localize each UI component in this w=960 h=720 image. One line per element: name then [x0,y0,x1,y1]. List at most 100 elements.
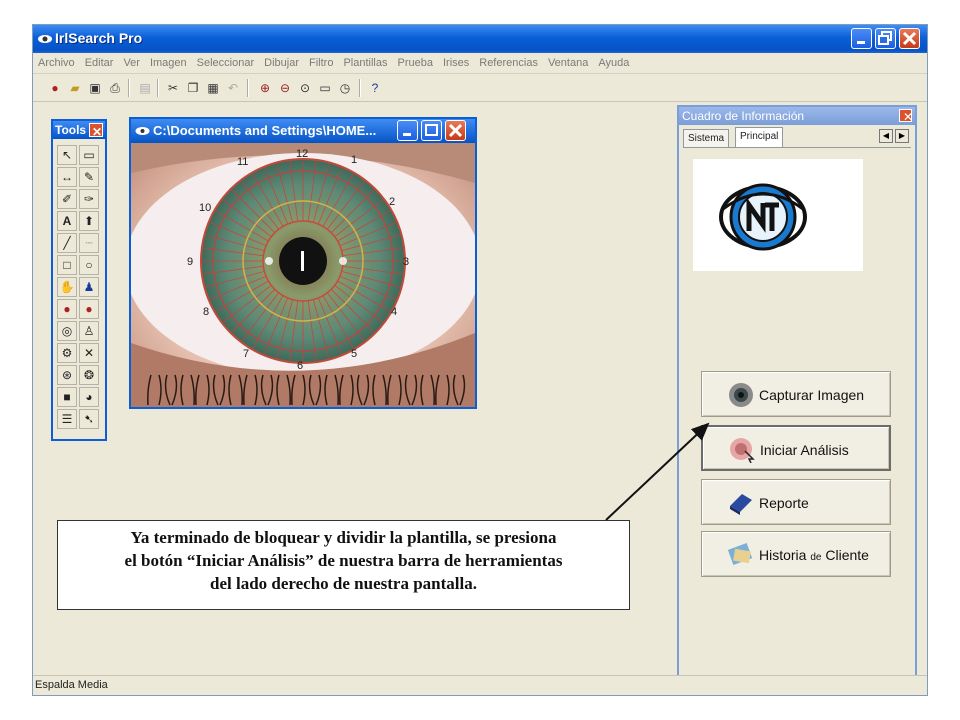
menu-plantillas[interactable]: Plantillas [338,53,392,69]
logo-box [693,159,863,271]
iris-image[interactable]: 12 1 2 3 4 5 6 7 8 9 10 11 [125,143,481,407]
close-button[interactable] [899,28,920,49]
cut-icon[interactable]: ✂ [165,80,181,96]
line-tool[interactable]: ╱ [57,233,77,253]
menu-editar[interactable]: Editar [80,53,119,69]
info-panel-title-bar: Cuadro de Información ✕ [679,107,915,125]
delete-tool[interactable]: ✕ [79,343,99,363]
pen-icon: ✎ [83,170,95,184]
brush-icon: ✑ [83,192,95,206]
fill-tool[interactable]: ■ [57,387,77,407]
tools-title: Tools [55,123,87,137]
image-minimize-button[interactable] [397,120,418,141]
image-close-button[interactable] [445,120,466,141]
open-folder-icon[interactable]: ▰ [67,80,83,96]
preview-icon[interactable]: ▤ [137,80,153,96]
right-eye-tool[interactable]: ● [57,299,77,319]
monitor-icon[interactable]: ▭ [317,80,333,96]
menu-ayuda[interactable]: Ayuda [593,53,634,69]
restore-icon [878,31,892,45]
tab-principal[interactable]: Principal [735,127,784,148]
stamp-tool[interactable]: ⚙ [57,343,77,363]
pointer-icon: ➷ [83,412,95,426]
menu-lines-icon: ☰ [61,412,73,426]
close-icon [902,31,917,46]
right-arrow-icon: ▶ [898,131,906,140]
bell-tool[interactable]: ♙ [79,321,99,341]
rect-select-tool[interactable]: ▭ [79,145,99,165]
menu-prueba[interactable]: Prueba [392,53,437,69]
menu-filtro[interactable]: Filtro [304,53,338,69]
filter-tool[interactable]: ⊛ [57,365,77,385]
user-tool[interactable]: ♟ [79,277,99,297]
tab-sistema[interactable]: Sistema [683,129,730,148]
image-maximize-button[interactable] [421,120,442,141]
tab-scroll-right[interactable]: ▶ [895,129,909,143]
lines-tool[interactable]: ☰ [57,409,77,429]
line-icon: ╱ [63,236,71,250]
menu-dibujar[interactable]: Dibujar [259,53,304,69]
up-arrow-tool[interactable]: ⬆ [79,211,99,231]
instruction-callout: Ya terminado de bloquear y dividir la pl… [57,520,630,610]
left-eye-tool[interactable]: ● [79,299,99,319]
rectangle-tool[interactable]: □ [57,255,77,275]
menu-ver[interactable]: Ver [118,53,145,69]
paste-icon[interactable]: ▦ [205,80,221,96]
copy-icon[interactable]: ❐ [185,80,201,96]
capture-image-button[interactable]: Capturar Imagen [701,371,891,417]
help-pointer-icon[interactable]: ? [367,80,383,96]
pencil-tool[interactable]: ✐ [57,189,77,209]
app-icon [38,35,52,43]
filled-square-icon: ■ [63,390,71,404]
client-history-button[interactable]: Historia de Cliente [701,531,891,577]
clock-icon[interactable]: ◷ [337,80,353,96]
new-icon[interactable]: ● [47,80,63,96]
print-icon[interactable]: ⎙ [107,80,123,96]
menu-referencias[interactable]: Referencias [474,53,543,69]
image-window-title-bar: C:\Documents and Settings\HOME... [131,119,475,143]
ellipse-tool[interactable]: ○ [79,255,99,275]
menu-bar: Archivo Editar Ver Imagen Seleccionar Di… [33,53,927,74]
clock-number-1: 1 [351,154,357,166]
brush-tool[interactable]: ✑ [79,189,99,209]
undo-icon[interactable]: ↶ [225,80,241,96]
tools-close-button[interactable]: ✕ [89,123,103,138]
zoom-out-icon[interactable]: ⊖ [277,80,293,96]
save-icon[interactable]: ▣ [87,80,103,96]
zoom-fit-icon[interactable]: ⊙ [297,80,313,96]
menu-seleccionar[interactable]: Seleccionar [192,53,259,69]
menu-imagen[interactable]: Imagen [145,53,192,69]
stamp-icon: ⚙ [61,346,73,360]
status-text: Espalda Media [35,679,108,691]
bell-icon: ♙ [83,324,95,338]
hand-icon: ✋ [59,280,75,294]
image-window: C:\Documents and Settings\HOME... 12 1 2… [125,117,481,409]
measure-tool[interactable]: ↔ [57,167,77,187]
tab-scroll-left[interactable]: ◀ [879,129,893,143]
restore-button[interactable] [875,28,896,49]
info-panel-close-button[interactable]: ✕ [899,109,913,123]
globe-icon: ❂ [83,368,95,382]
eye-app-icon [135,127,150,135]
user-icon: ♟ [83,280,95,294]
camera-eye-icon [729,383,753,407]
color-tool[interactable]: ◕ [79,387,99,407]
report-button[interactable]: Reporte [701,479,891,525]
menu-ventana[interactable]: Ventana [543,53,593,69]
hand-tool[interactable]: ✋ [57,277,77,297]
pointer-tool[interactable]: ➷ [79,409,99,429]
globe-tool[interactable]: ❂ [79,365,99,385]
text-tool[interactable]: A [57,211,77,231]
target-tool[interactable]: ◎ [57,321,77,341]
minimize-button[interactable] [851,28,872,49]
select-arrow-tool[interactable]: ↖ [57,145,77,165]
title-bar: IrlSearch Pro [33,25,927,53]
pen-tool[interactable]: ✎ [79,167,99,187]
menu-irises[interactable]: Irises [438,53,474,69]
start-analysis-button[interactable]: Iniciar Análisis [701,425,891,471]
square-icon: □ [63,258,71,272]
clock-number-9: 9 [187,256,193,268]
menu-archivo[interactable]: Archivo [33,53,80,69]
zoom-in-icon[interactable]: ⊕ [257,80,273,96]
dashed-line-tool[interactable]: ┄ [79,233,99,253]
